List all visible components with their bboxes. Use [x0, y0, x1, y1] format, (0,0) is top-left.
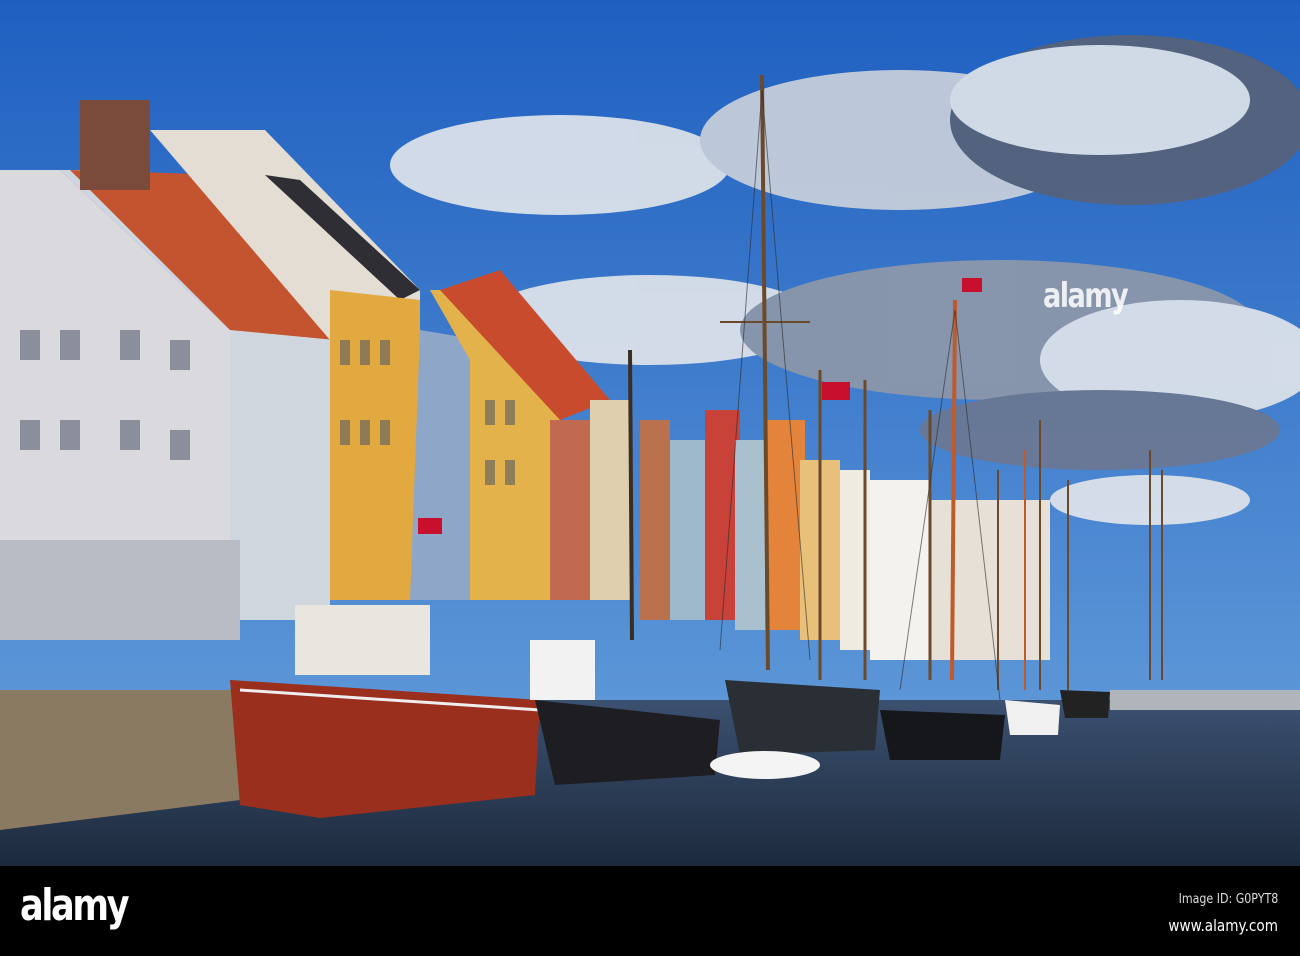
watermark: alamy	[1043, 276, 1129, 316]
stock-photo-page: alamy alamy Image ID: G0PYT8 www.alamy.c…	[0, 0, 1300, 956]
footer-bar: alamy Image ID: G0PYT8 www.alamy.com	[0, 866, 1300, 956]
image-id: Image ID: G0PYT8	[1178, 892, 1278, 907]
website-link[interactable]: www.alamy.com	[1168, 916, 1278, 935]
nyhavn-photo	[0, 0, 1300, 866]
alamy-logo[interactable]: alamy	[20, 880, 130, 931]
